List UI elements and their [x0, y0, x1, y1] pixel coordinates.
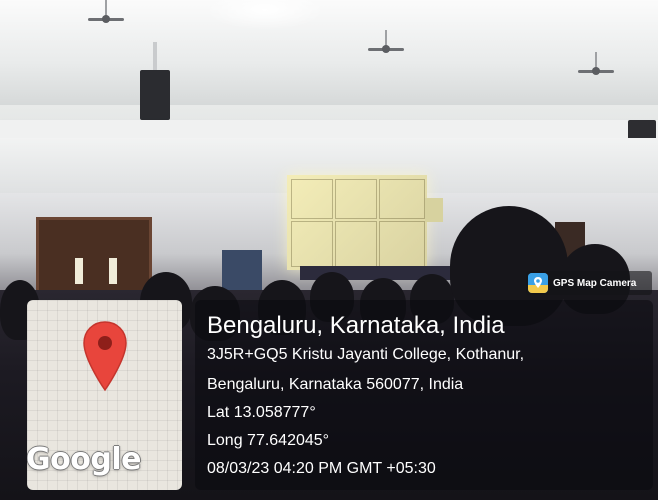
gps-map-camera-icon	[528, 273, 548, 293]
longitude: Long 77.642045°	[207, 432, 330, 449]
wall-speaker	[140, 70, 170, 120]
ceiling-beam	[0, 120, 658, 138]
latitude: Lat 13.058777°	[207, 404, 316, 421]
address-line-1: 3J5R+GQ5 Kristu Jayanti College, Kothanu…	[207, 346, 525, 363]
location-title: Bengaluru, Karnataka, India	[207, 312, 505, 339]
podium	[222, 250, 262, 295]
ceiling-fan	[368, 30, 404, 54]
timestamp: 08/03/23 04:20 PM GMT +05:30	[207, 460, 436, 477]
address-line-2: Bengaluru, Karnataka 560077, India	[207, 376, 464, 393]
gps-map-camera-badge: GPS Map Camera	[526, 271, 652, 295]
google-logo: Google	[27, 442, 141, 477]
projection-screen	[287, 175, 427, 270]
ceiling-fan	[578, 52, 614, 76]
map-pin-icon	[83, 321, 127, 392]
speaker-mount	[153, 42, 157, 70]
ceiling-light	[205, 0, 325, 30]
map-thumbnail: Google	[27, 300, 182, 490]
location-info-panel: Bengaluru, Karnataka, India 3J5R+GQ5 Kri…	[195, 300, 653, 490]
ceiling-fan	[88, 0, 124, 24]
projection-screen	[425, 198, 443, 222]
badge-label: GPS Map Camera	[553, 277, 637, 289]
